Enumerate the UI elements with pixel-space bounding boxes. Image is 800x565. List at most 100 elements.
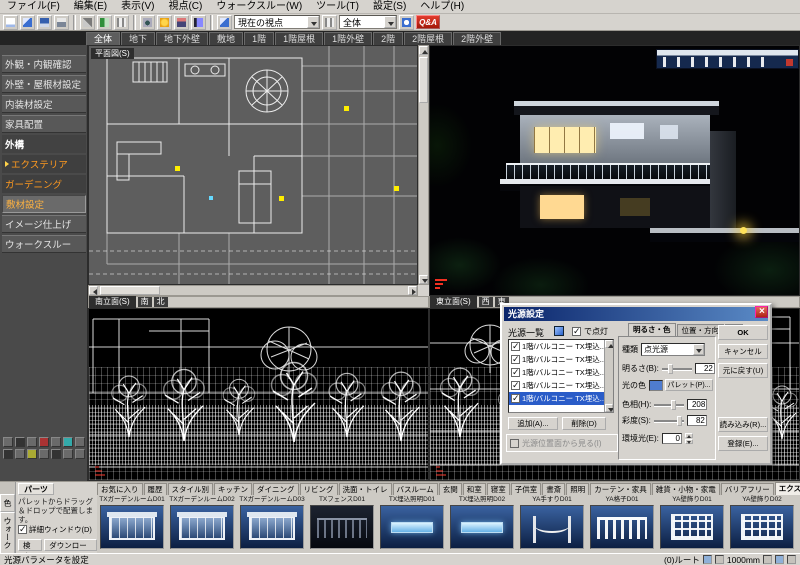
scroll-down-icon[interactable] [419,275,428,284]
menu-walkthrough[interactable]: ウォークスルー(W) [209,0,309,14]
grid-icon[interactable] [114,15,129,30]
delete-light-button[interactable]: 削除(D) [562,417,606,430]
open-file-icon[interactable] [20,15,35,30]
tool-icon[interactable] [63,449,73,459]
scroll-down-icon[interactable] [605,404,613,412]
tool-icon[interactable] [39,449,49,459]
tool-icon[interactable] [51,437,61,447]
scroll-up-icon[interactable] [605,340,613,348]
cat-tab-dining[interactable]: ダイニング [253,483,299,495]
tool-icon[interactable] [3,437,13,447]
part-thumbnail[interactable] [660,505,724,549]
cat-tab-style[interactable]: スタイル別 [168,483,214,495]
tab-brightness-color[interactable]: 明るさ・色 [628,323,676,337]
part-thumbnail[interactable] [380,505,444,549]
menu-file[interactable]: ファイル(F) [0,0,67,14]
tool-icon[interactable] [39,437,49,447]
part-item[interactable]: TXフェンスD01 [307,495,377,554]
route-icon[interactable] [703,555,712,564]
help-icon[interactable] [399,15,414,30]
light-list-item-selected[interactable]: 1階/バルコニー TX埋込.. [509,392,613,405]
layer-icon[interactable] [775,555,784,564]
ok-button[interactable]: OK [718,325,768,340]
part-item[interactable]: YA壁飾りD02 [727,495,797,554]
cat-tab-study[interactable]: 書斎 [542,483,565,495]
plan-horizontal-scrollbar[interactable] [88,285,418,296]
color-tab[interactable]: 色 [0,494,15,512]
direction-north-button[interactable]: 北 [154,297,168,307]
part-item[interactable]: YA格子D01 [587,495,657,554]
detail-window-checkbox[interactable]: 詳細ウィンドウ(D) [18,524,92,535]
ambient-stepper[interactable] [685,433,693,444]
slider-thumb[interactable] [671,400,676,410]
cat-tab-goods[interactable]: 雑貨・小物・家電 [652,483,720,495]
sidebar-item-image-finish[interactable]: イメージ仕上げ [2,215,86,233]
cat-tab-favorites[interactable]: お気に入り [97,483,143,495]
sidebar-item-gardening[interactable]: ガーデニング [2,175,86,193]
lit-toggle[interactable]: で点灯 [572,326,608,337]
close-icon[interactable] [755,306,768,318]
part-thumbnail[interactable] [100,505,164,549]
cat-tab-curtain[interactable]: カーテン・家具 [590,483,651,495]
sidebar-item-paving[interactable]: 敷材設定 [2,195,86,213]
light-source-list[interactable]: 1階/バルコニー TX埋込.. 1階/バルコニー TX埋込.. 1階/バルコニー… [508,339,614,413]
search-button[interactable]: 検索 [18,539,42,551]
walkthrough-icon[interactable] [174,15,189,30]
cancel-button[interactable]: キャンセル [718,344,768,359]
light-list-item[interactable]: 1階/バルコニー TX埋込.. [509,366,613,379]
light-list-item[interactable]: 1階/バルコニー TX埋込.. [509,353,613,366]
register-button[interactable]: 登録(E)... [718,436,768,451]
cat-tab-barrier-free[interactable]: バリアフリー [721,483,774,495]
scroll-left-icon[interactable] [89,286,98,295]
viewpoint-save-icon[interactable] [217,15,232,30]
scroll-right-icon[interactable] [408,286,417,295]
floor-tab-basement-wall[interactable]: 地下外壁 [156,32,208,45]
scrollbar-thumb[interactable] [419,57,428,103]
stepper-down-icon[interactable] [685,439,693,444]
tool-icon[interactable] [3,449,13,459]
floor-tab-2f-roof[interactable]: 2階屋根 [404,32,452,45]
list-scrollbar[interactable] [604,340,613,412]
cat-tab-washroom[interactable]: 洗面・トイレ [339,483,392,495]
sidebar-item-exterior-check[interactable]: 外観・内観確認 [2,55,86,73]
part-thumbnail[interactable] [590,505,654,549]
cat-tab-history[interactable]: 履歴 [144,483,167,495]
menu-view[interactable]: 表示(V) [114,0,161,14]
checkbox-checked-icon[interactable] [18,525,27,534]
tool-icon[interactable] [27,449,37,459]
checkbox-checked-icon[interactable] [572,327,581,336]
movie-icon[interactable] [191,15,206,30]
brightness-slider[interactable] [662,364,692,374]
sidebar-item-wall-roof[interactable]: 外壁・屋根材設定 [2,75,86,93]
south-elevation-viewport[interactable] [88,308,429,481]
viewpoint-select[interactable]: 現在の視点 [234,15,320,29]
tool-icon[interactable] [63,437,73,447]
direction-south-button[interactable]: 南 [138,297,152,307]
tool-icon[interactable] [15,449,25,459]
part-thumbnail[interactable] [310,505,374,549]
cat-tab-lighting[interactable]: 照明 [566,483,589,495]
part-thumbnail[interactable] [170,505,234,549]
cat-tab-entrance[interactable]: 玄関 [439,483,462,495]
floor-tab-basement[interactable]: 地下 [121,32,155,45]
slider-thumb[interactable] [677,416,682,426]
menu-tools[interactable]: ツール(T) [309,0,366,14]
cat-tab-bathroom[interactable]: バスルーム [393,483,438,495]
sidebar-item-gaikou[interactable]: 外構 [2,135,86,153]
revert-button[interactable]: 元に戻す(U) [718,363,768,378]
part-thumbnail[interactable] [450,505,514,549]
tool-icon[interactable] [75,449,85,459]
palette-button[interactable]: パレット(P)... [665,379,713,391]
grid-toggle-icon[interactable] [763,555,772,564]
snap-icon[interactable] [715,555,724,564]
download-button[interactable]: ダウンロード [44,539,97,551]
cat-tab-kitchen[interactable]: キッチン [214,483,252,495]
print-icon[interactable] [54,15,69,30]
sidebar-item-exterior[interactable]: エクステリア [2,155,86,173]
sidebar-item-furniture[interactable]: 家具配置 [2,115,86,133]
save-icon[interactable] [37,15,52,30]
cat-tab-washitsu[interactable]: 和室 [463,483,486,495]
part-item[interactable]: YA壁飾りD01 [657,495,727,554]
floor-tab-site[interactable]: 敷地 [209,32,243,45]
parts-tab[interactable]: パーツ [18,483,54,495]
